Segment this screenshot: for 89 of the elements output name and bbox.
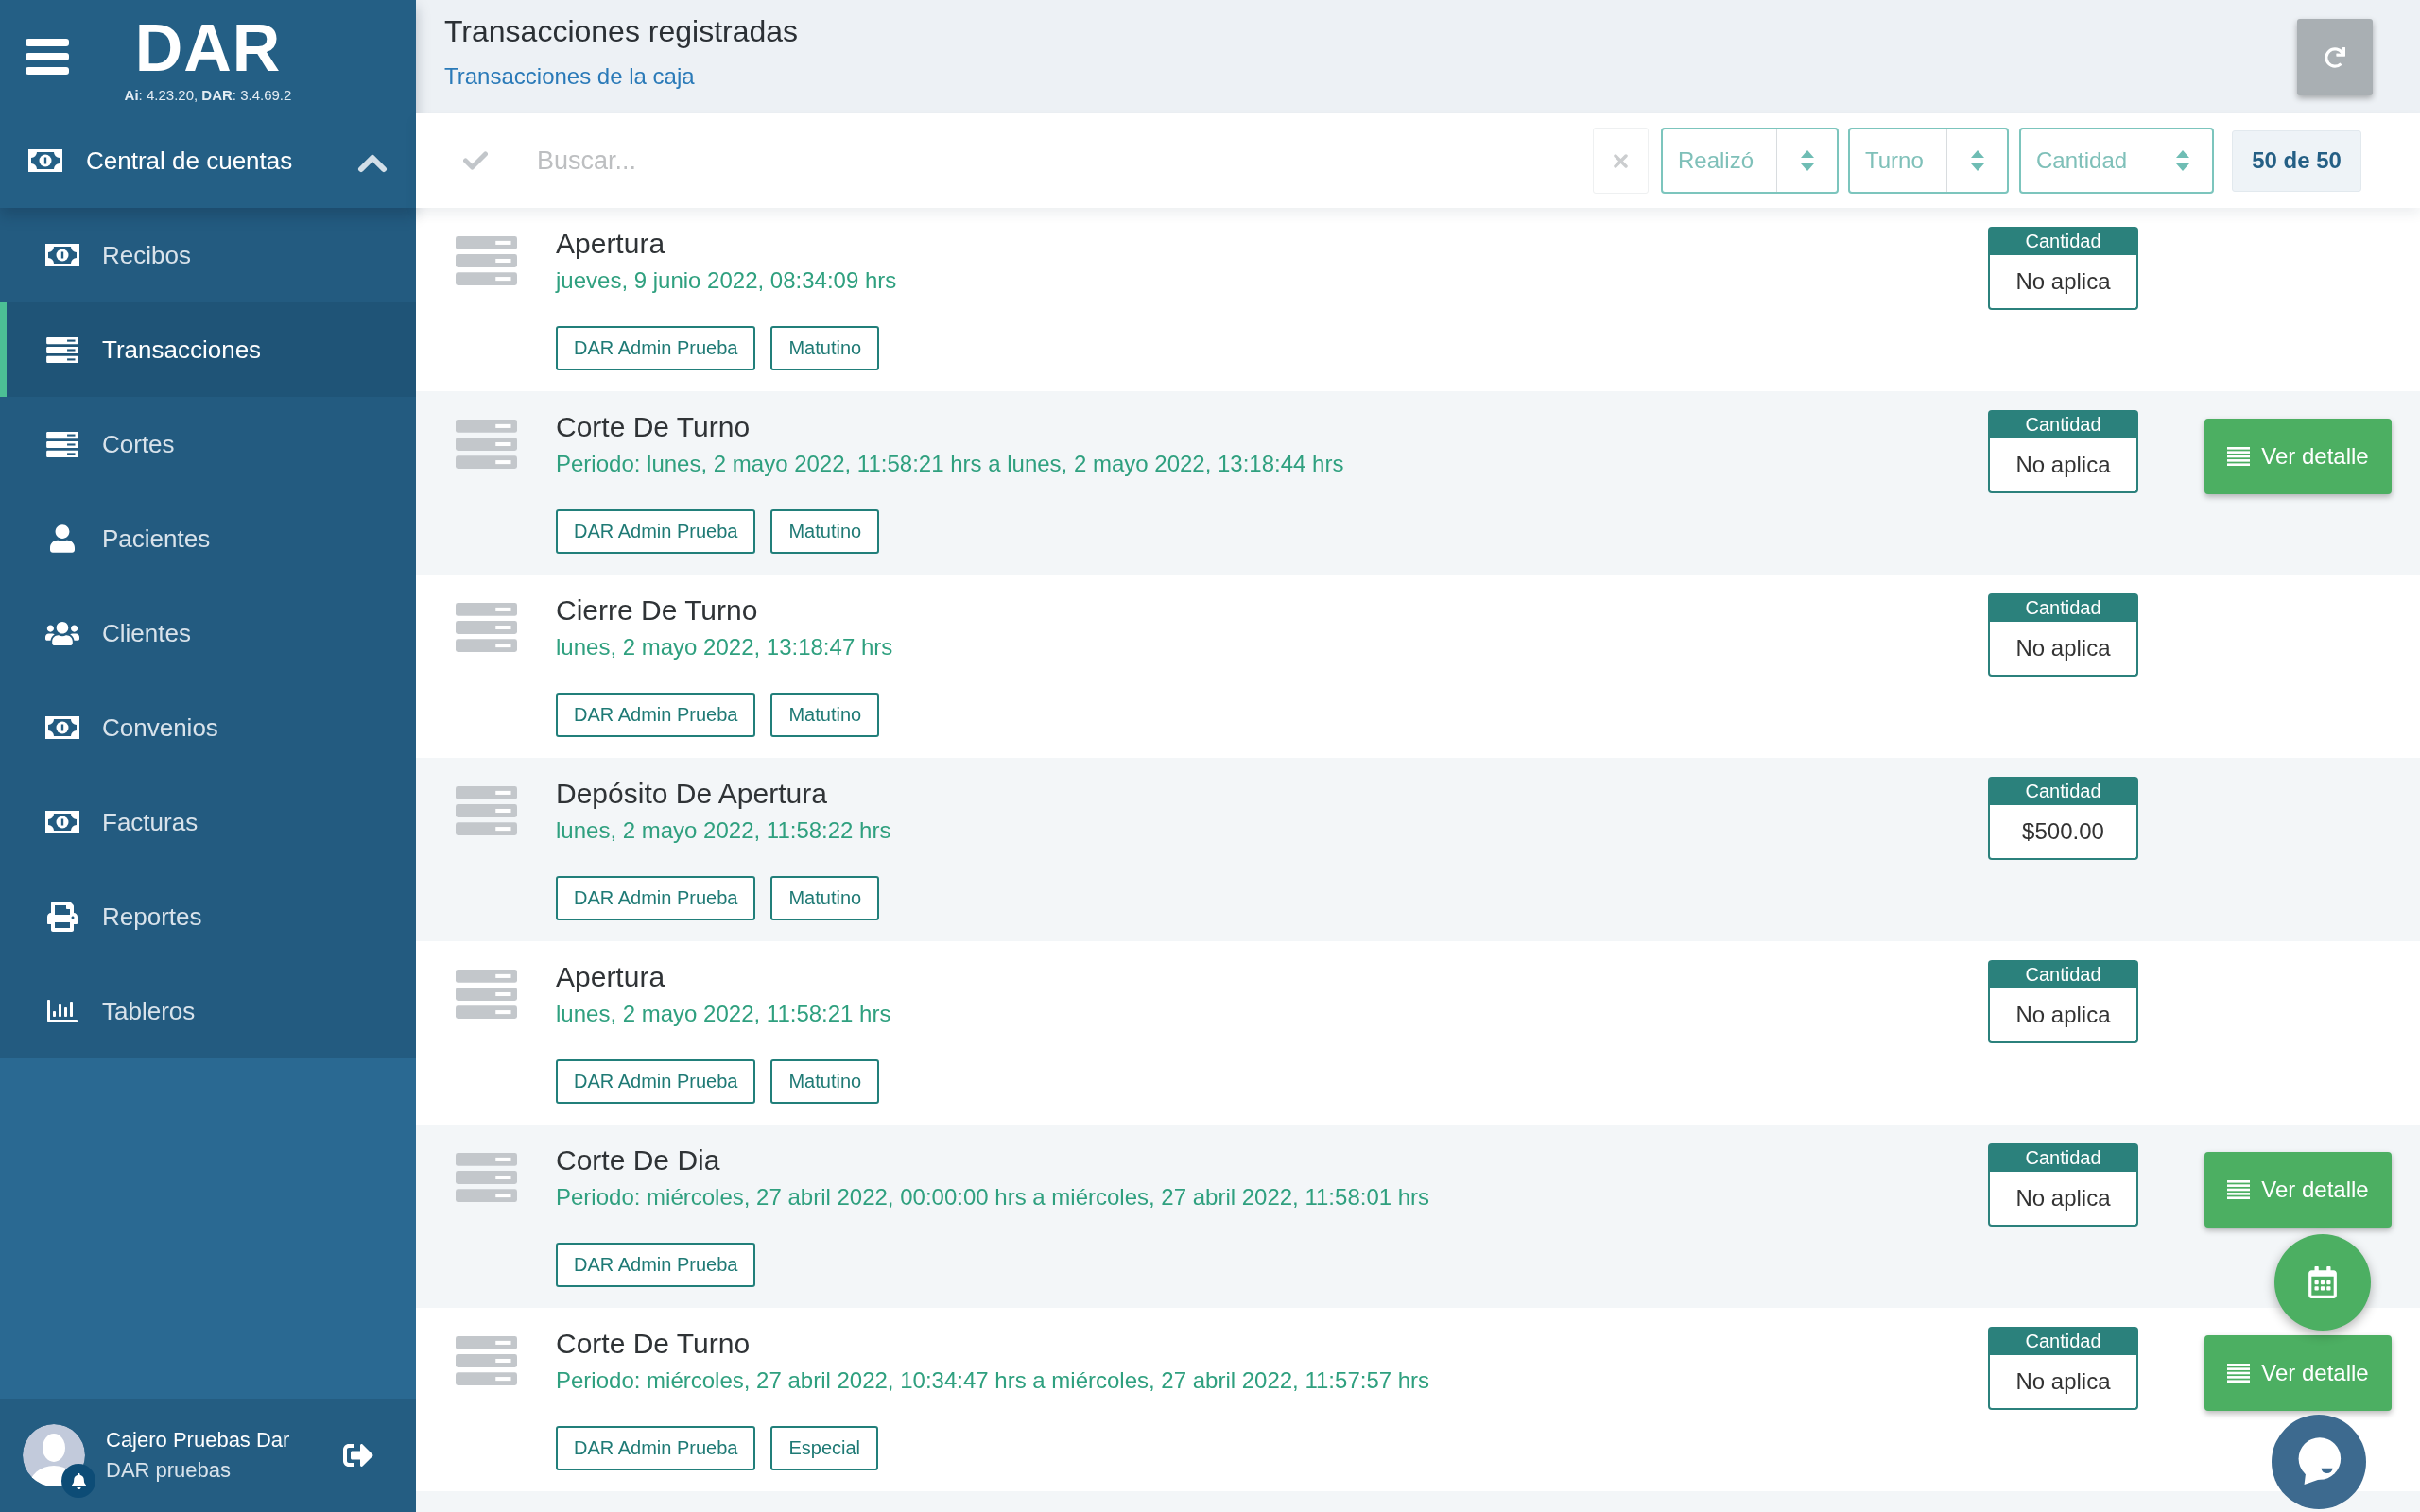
menu-section[interactable]: Central de cuentas — [0, 113, 416, 208]
bill-icon — [45, 811, 79, 833]
sidebar-item[interactable]: Reportes — [0, 869, 416, 964]
transaction-date: lunes, 2 mayo 2022, 11:58:21 hrs — [556, 1000, 892, 1028]
sidebar-item[interactable]: Cortes — [0, 397, 416, 491]
amount-label: Cantidad — [1988, 960, 2138, 988]
server-icon — [456, 786, 517, 835]
tag: Matutino — [770, 509, 880, 554]
bill-icon — [45, 244, 79, 266]
amount-label: Cantidad — [1988, 410, 2138, 438]
sort-icon — [1970, 150, 1984, 171]
sort-icon — [2175, 150, 2189, 171]
tag: DAR Admin Prueba — [556, 1059, 756, 1104]
tag: DAR Admin Prueba — [556, 1243, 756, 1287]
server-icon — [46, 336, 78, 363]
amount-label: Cantidad — [1988, 777, 2138, 805]
amount-value: No aplica — [1988, 1172, 2138, 1227]
list-icon — [2227, 447, 2251, 466]
sidebar-item[interactable]: Pacientes — [0, 491, 416, 586]
tag: DAR Admin Prueba — [556, 693, 756, 737]
transaction-date: jueves, 9 junio 2022, 08:34:09 hrs — [556, 266, 898, 295]
server-icon — [456, 420, 517, 469]
transaction-title: Corte De Dia — [556, 1143, 721, 1177]
amount-label: Cantidad — [1988, 593, 2138, 622]
amount-label: Cantidad — [1988, 1327, 2138, 1355]
result-count: 50 de 50 — [2232, 129, 2361, 192]
page-title: Transacciones registradas — [444, 14, 799, 48]
transaction-title: Cierre De Turno — [556, 593, 759, 627]
server-icon — [46, 431, 78, 457]
transaction-date: Periodo: lunes, 2 mayo 2022, 11:58:21 hrs a lunes, 2 mayo 2022, 13:18:44 hrs — [556, 450, 1345, 478]
amount-value: No aplica — [1988, 988, 2138, 1043]
chevron-up-icon[interactable] — [357, 154, 388, 173]
tag: Matutino — [770, 1059, 880, 1104]
amount-label: Cantidad — [1988, 227, 2138, 255]
server-icon — [456, 1153, 517, 1202]
tag: Matutino — [770, 876, 880, 920]
server-icon — [456, 970, 517, 1019]
tag: Matutino — [770, 693, 880, 737]
transaction-date: Periodo: miércoles, 27 abril 2022, 00:00:00 hrs a miércoles, 27 abril 2022, 11:58:01 hrs — [556, 1183, 1431, 1211]
list-icon — [2227, 1364, 2251, 1383]
tag: DAR Admin Prueba — [556, 876, 756, 920]
sidebar-item[interactable]: Facturas — [0, 775, 416, 869]
transaction-title: Apertura — [556, 227, 666, 261]
bill-icon — [45, 716, 79, 739]
tag: DAR Admin Prueba — [556, 509, 756, 554]
version-text: Ai: 4.23.20, DAR: 3.4.69.2 — [124, 86, 292, 103]
transaction-title: Corte De Turno — [556, 410, 752, 444]
list-icon — [2227, 1180, 2251, 1199]
user-role: DAR pruebas — [106, 1458, 233, 1483]
printer-icon — [47, 902, 78, 932]
server-icon — [456, 236, 517, 285]
sidebar-item[interactable]: Recibos — [0, 208, 416, 302]
amount-label: Cantidad — [1988, 1143, 2138, 1172]
logo: DAR — [134, 14, 282, 81]
amount-value: No aplica — [1988, 622, 2138, 677]
calendar-icon — [2308, 1266, 2337, 1298]
bell-icon — [61, 1464, 95, 1498]
transaction-date: Periodo: miércoles, 27 abril 2022, 10:34:47 hrs a miércoles, 27 abril 2022, 11:57:57 hrs — [556, 1366, 1431, 1395]
chat-icon — [2296, 1437, 2342, 1486]
amount-value: No aplica — [1988, 438, 2138, 493]
transaction-title: Corte De Turno — [556, 1327, 752, 1361]
menu-icon[interactable] — [26, 39, 69, 75]
check-icon[interactable] — [463, 151, 488, 170]
users-icon — [45, 619, 79, 647]
search-field[interactable]: Buscar... — [537, 132, 1579, 189]
user-icon — [50, 524, 75, 553]
user-name: Cajero Pruebas Dar — [106, 1428, 290, 1452]
close-icon — [1614, 153, 1628, 168]
tag: DAR Admin Prueba — [556, 1426, 756, 1470]
refresh-icon — [2325, 46, 2345, 68]
transaction-title: Apertura — [556, 960, 666, 994]
amount-value: No aplica — [1988, 255, 2138, 310]
page-subtitle: Transacciones de la caja — [444, 63, 696, 90]
sidebar-item[interactable]: Clientes — [0, 586, 416, 680]
amount-value: $500.00 — [1988, 805, 2138, 860]
tag: Matutino — [770, 326, 880, 370]
bill-icon — [28, 149, 62, 172]
sort-icon — [1800, 150, 1814, 171]
tag: Especial — [770, 1426, 879, 1470]
transaction-date: lunes, 2 mayo 2022, 13:18:47 hrs — [556, 633, 894, 662]
transaction-date: lunes, 2 mayo 2022, 11:58:22 hrs — [556, 816, 892, 845]
amount-value: No aplica — [1988, 1355, 2138, 1410]
sidebar-item[interactable]: Transacciones — [0, 302, 416, 397]
transaction-title: Depósito De Apertura — [556, 777, 828, 811]
tag: DAR Admin Prueba — [556, 326, 756, 370]
sidebar-item[interactable]: Tableros — [0, 964, 416, 1058]
sidebar-item[interactable]: Convenios — [0, 680, 416, 775]
server-icon — [456, 1336, 517, 1385]
server-icon — [456, 603, 517, 652]
